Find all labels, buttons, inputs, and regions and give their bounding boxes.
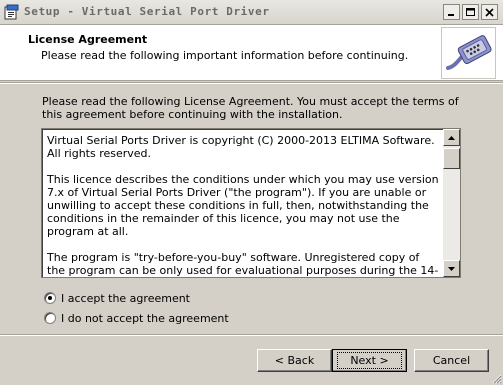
serial-port-plug-icon	[441, 27, 496, 79]
vertical-scrollbar[interactable]	[443, 129, 460, 277]
minimize-button[interactable]	[443, 4, 460, 20]
close-icon	[485, 7, 494, 17]
minimize-icon	[448, 13, 454, 16]
license-paragraph: This licence describes the conditions un…	[47, 173, 439, 238]
license-intro: Please read the following License Agreem…	[42, 95, 459, 121]
accept-radio[interactable]	[44, 292, 56, 304]
license-text: Virtual Serial Ports Driver is copyright…	[47, 134, 440, 277]
close-button[interactable]	[481, 4, 498, 20]
license-paragraph: The program is "try-before-you-buy" soft…	[47, 251, 439, 277]
setup-icon[interactable]	[4, 4, 21, 21]
decline-radio[interactable]	[44, 312, 56, 324]
decline-label[interactable]: I do not accept the agreement	[61, 312, 229, 325]
scroll-up-button[interactable]	[443, 129, 460, 146]
page-title: License Agreement	[28, 33, 148, 46]
next-button-label: Next >	[337, 352, 402, 369]
scroll-down-button[interactable]	[443, 260, 460, 277]
license-paragraph: Virtual Serial Ports Driver is copyright…	[47, 134, 435, 160]
window-title: Setup - Virtual Serial Port Driver	[24, 5, 270, 18]
maximize-icon	[466, 7, 475, 16]
scroll-thumb[interactable]	[443, 148, 460, 169]
page-subtitle: Please read the following important info…	[41, 49, 409, 62]
decline-option[interactable]: I do not accept the agreement	[44, 311, 229, 325]
back-button[interactable]: < Back	[257, 349, 332, 372]
accept-option[interactable]: I accept the agreement	[44, 291, 190, 305]
next-button[interactable]: Next >	[332, 349, 407, 372]
accept-label[interactable]: I accept the agreement	[61, 292, 190, 305]
maximize-button[interactable]	[462, 4, 479, 20]
resize-grip-icon[interactable]	[490, 372, 502, 384]
title-bar[interactable]: Setup - Virtual Serial Port Driver	[0, 0, 503, 25]
wizard-header: License Agreement Please read the follow…	[0, 25, 503, 81]
license-textbox[interactable]: Virtual Serial Ports Driver is copyright…	[41, 128, 461, 278]
separator	[0, 334, 503, 336]
setup-window: Setup - Virtual Serial Port Driver Licen…	[0, 0, 503, 385]
arrow-up-icon	[448, 135, 455, 140]
separator	[0, 82, 503, 84]
arrow-down-icon	[448, 266, 455, 271]
cancel-button[interactable]: Cancel	[414, 349, 489, 372]
